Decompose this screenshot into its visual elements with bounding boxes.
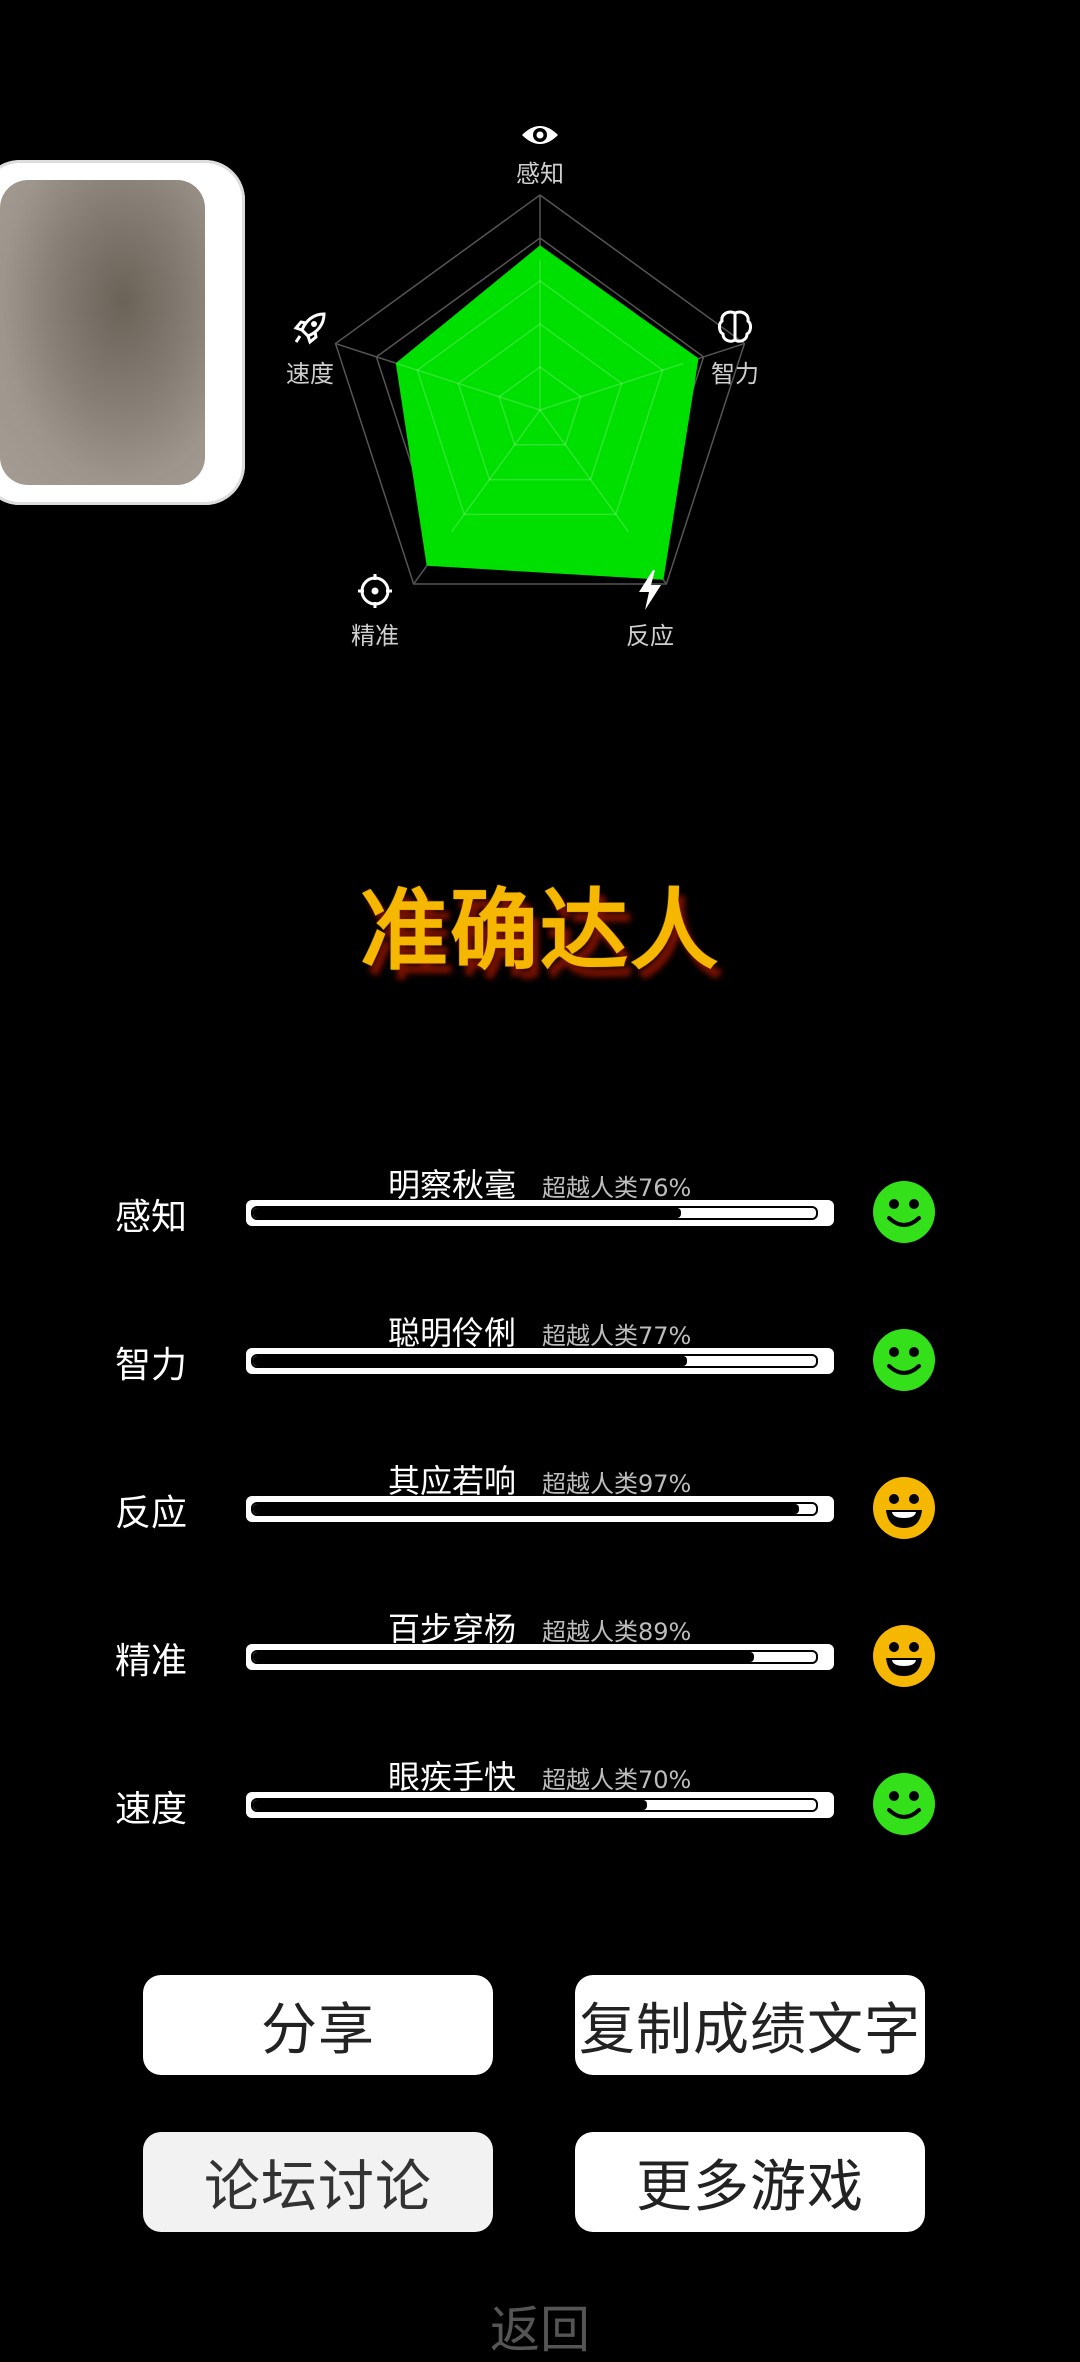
more-games-button[interactable]: 更多游戏 <box>575 2132 925 2232</box>
forum-button[interactable]: 论坛讨论 <box>143 2132 493 2232</box>
radar-chart: 感知 智力 反应 精准 速度 <box>286 120 780 660</box>
lightning-icon <box>590 570 710 614</box>
score-row: 感知 明察秋毫 超越人类76% <box>0 1160 1080 1250</box>
radar-label-perception: 感知 <box>516 160 564 188</box>
score-row: 精准 百步穿杨 超越人类89% <box>0 1604 1080 1694</box>
score-bar <box>246 1496 834 1522</box>
avatar <box>0 180 205 485</box>
smile-face-icon <box>872 1180 936 1244</box>
rocket-icon <box>250 310 370 350</box>
avatar-card <box>0 160 245 505</box>
score-percent: 超越人类76% <box>542 1174 692 1202</box>
score-label: 速度 <box>115 1789 188 1830</box>
score-bar-track <box>251 1798 818 1812</box>
score-row: 智力 聪明伶俐 超越人类77% <box>0 1308 1080 1398</box>
score-percent: 超越人类70% <box>542 1766 692 1794</box>
score-bar-fill <box>253 1356 687 1366</box>
score-bar-fill <box>253 1208 681 1218</box>
grin-face-icon <box>872 1624 936 1688</box>
copy-score-text-button[interactable]: 复制成绩文字 <box>575 1975 925 2075</box>
radar-label-intelligence: 智力 <box>711 360 759 388</box>
score-label: 反应 <box>115 1493 188 1534</box>
score-bar <box>246 1792 834 1818</box>
radar-label-accuracy: 精准 <box>351 622 399 650</box>
score-label: 智力 <box>115 1345 188 1386</box>
score-bar-fill <box>253 1504 800 1514</box>
score-bar-fill <box>253 1652 755 1662</box>
score-bar <box>246 1348 834 1374</box>
score-bar-track <box>251 1354 818 1368</box>
radar-value-area <box>395 245 699 580</box>
score-bar-track <box>251 1502 818 1516</box>
score-row: 反应 其应若响 超越人类97% <box>0 1456 1080 1546</box>
score-bar-track <box>251 1650 818 1664</box>
score-percent: 超越人类77% <box>542 1322 692 1350</box>
result-title: 准确达人 <box>359 879 720 982</box>
score-label: 感知 <box>115 1197 188 1238</box>
score-percent: 超越人类89% <box>542 1618 692 1646</box>
eye-icon <box>480 120 600 154</box>
brain-icon <box>675 310 795 348</box>
score-bar <box>246 1200 834 1226</box>
score-bar-track <box>251 1206 818 1220</box>
smile-face-icon <box>872 1772 936 1836</box>
target-icon <box>315 574 435 612</box>
share-button[interactable]: 分享 <box>143 1975 493 2075</box>
score-row: 速度 眼疾手快 超越人类70% <box>0 1752 1080 1842</box>
smile-face-icon <box>872 1328 936 1392</box>
back-button[interactable]: 返回 <box>0 2290 1080 2362</box>
radar-label-reaction: 反应 <box>626 622 674 650</box>
radar-label-speed: 速度 <box>286 360 334 388</box>
score-label: 精准 <box>115 1641 188 1682</box>
grin-face-icon <box>872 1476 936 1540</box>
score-bar-fill <box>253 1800 648 1810</box>
score-bar <box>246 1644 834 1670</box>
score-percent: 超越人类97% <box>542 1470 692 1498</box>
